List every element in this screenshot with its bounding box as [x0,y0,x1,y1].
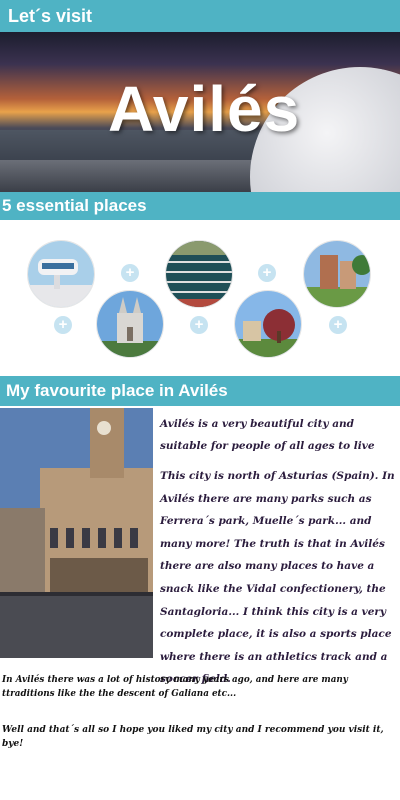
hero-banner: Avilés [0,32,400,192]
header-band: Let´s visit [0,0,400,32]
description-paragraph: This city is north of Asturias (Spain). … [160,470,395,686]
place-niemeyer-center-photo[interactable] [27,240,95,308]
plus-icon[interactable]: + [190,316,208,334]
plus-icon[interactable]: + [258,264,276,282]
plus-icon[interactable]: + [121,264,139,282]
closing-paragraph: Well and that´s all so I hope you liked … [2,725,384,749]
town-hall-square-photo [0,408,153,658]
plus-icon[interactable]: + [329,316,347,334]
place-city-buildings-photo[interactable] [303,240,371,308]
history-paragraph: In Avilés there was a lot of history man… [2,675,348,699]
essential-places-title: 5 essential places [2,196,147,215]
place-athletics-track-photo[interactable] [165,240,233,308]
place-park-tree-photo[interactable] [234,290,302,358]
place-church-photo[interactable] [96,290,164,358]
intro-paragraph: Avilés is a very beautiful city and suit… [160,418,375,452]
hero-title: Avilés [108,73,301,145]
essential-places-band: 5 essential places [0,192,400,220]
header-title: Let´s visit [8,6,93,26]
plus-icon[interactable]: + [54,316,72,334]
favourite-place-title: My favourite place in Avilés [6,381,228,400]
favourite-place-band: My favourite place in Avilés [0,376,400,406]
